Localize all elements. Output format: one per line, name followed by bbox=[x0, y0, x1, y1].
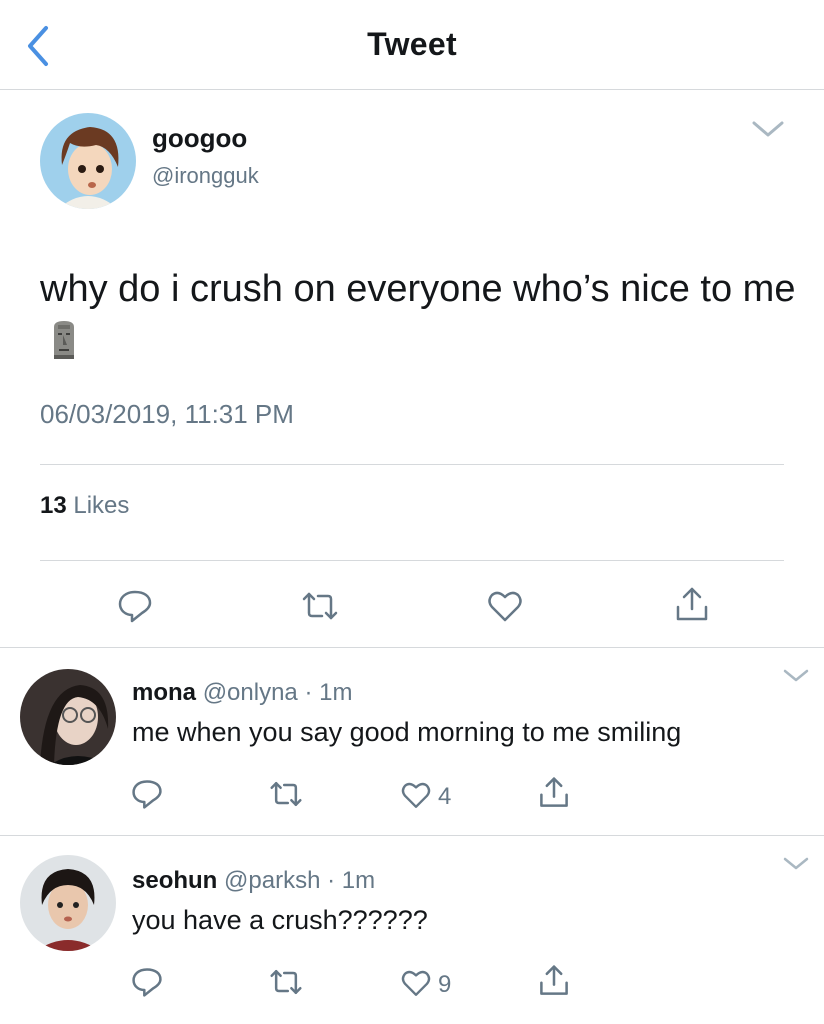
reply-options-button[interactable] bbox=[782, 855, 810, 873]
reply-author-handle[interactable]: @parksh bbox=[224, 867, 320, 894]
author-name[interactable]: googoo bbox=[152, 123, 247, 154]
reply-tweet[interactable]: mona @onlyna · 1m me when you say good m… bbox=[0, 649, 824, 836]
retweet-icon bbox=[270, 782, 302, 806]
share-icon bbox=[676, 587, 708, 621]
chevron-down-icon bbox=[752, 121, 784, 137]
retweet-button[interactable] bbox=[300, 587, 340, 630]
retweet-icon bbox=[302, 592, 338, 620]
reply-button[interactable] bbox=[116, 587, 154, 630]
heart-icon bbox=[401, 970, 431, 996]
reply-author-name[interactable]: mona bbox=[132, 679, 196, 706]
reply-button[interactable] bbox=[130, 965, 164, 1004]
share-icon bbox=[540, 777, 568, 807]
share-icon bbox=[540, 965, 568, 995]
reply-author-name[interactable]: seohun bbox=[132, 867, 217, 894]
share-button[interactable] bbox=[536, 963, 572, 1004]
like-button[interactable] bbox=[486, 587, 524, 630]
like-count: 4 bbox=[438, 783, 452, 810]
tweet-timestamp: 06/03/2019, 11:31 PM bbox=[40, 399, 294, 429]
main-tweet: googoo @irongguk why do i crush on every… bbox=[0, 91, 824, 648]
share-button[interactable] bbox=[536, 775, 572, 816]
reply-author-handle[interactable]: @onlyna bbox=[203, 679, 298, 706]
reply-icon bbox=[132, 968, 162, 997]
chevron-down-icon bbox=[783, 669, 809, 682]
heart-icon bbox=[401, 782, 431, 808]
likes-summary[interactable]: 13 Likes bbox=[40, 492, 129, 520]
tweet-options-button[interactable] bbox=[750, 117, 786, 141]
reply-icon bbox=[132, 780, 162, 809]
reply-tweet[interactable]: seohun @parksh · 1m you have a crush????… bbox=[0, 837, 824, 1024]
reply-header: mona @onlyna · 1m bbox=[132, 679, 352, 707]
author-handle[interactable]: @irongguk bbox=[152, 163, 259, 189]
heart-icon bbox=[488, 591, 522, 622]
reply-options-button[interactable] bbox=[782, 667, 810, 685]
like-button[interactable] bbox=[400, 967, 432, 1004]
divider bbox=[40, 560, 784, 561]
moai-emoji bbox=[48, 319, 80, 361]
avatar[interactable] bbox=[20, 855, 116, 951]
share-button[interactable] bbox=[672, 585, 712, 630]
retweet-button[interactable] bbox=[268, 777, 304, 816]
reply-time: 1m bbox=[341, 867, 376, 894]
reply-text: me when you say good morning to me smili… bbox=[132, 717, 682, 747]
likes-label: Likes bbox=[73, 492, 130, 519]
retweet-icon bbox=[270, 970, 302, 994]
reply-text: you have a crush?????? bbox=[132, 905, 428, 935]
reply-button[interactable] bbox=[130, 777, 164, 816]
top-nav-bar: Tweet bbox=[0, 0, 824, 90]
avatar[interactable] bbox=[40, 113, 136, 209]
like-count: 9 bbox=[438, 971, 452, 998]
reply-time: 1m bbox=[319, 679, 353, 706]
separator-dot: · bbox=[327, 867, 336, 894]
retweet-button[interactable] bbox=[268, 965, 304, 1004]
reply-header: seohun @parksh · 1m bbox=[132, 867, 375, 895]
divider bbox=[40, 464, 784, 465]
like-button[interactable] bbox=[400, 779, 432, 816]
page-title: Tweet bbox=[367, 26, 457, 62]
chevron-down-icon bbox=[783, 857, 809, 870]
avatar[interactable] bbox=[20, 669, 116, 765]
separator-dot: · bbox=[304, 679, 313, 706]
tweet-text: why do i crush on everyone who’s nice to… bbox=[40, 263, 800, 367]
likes-count: 13 bbox=[40, 492, 67, 519]
tweet-body: why do i crush on everyone who’s nice to… bbox=[40, 268, 796, 310]
reply-icon bbox=[118, 590, 152, 623]
